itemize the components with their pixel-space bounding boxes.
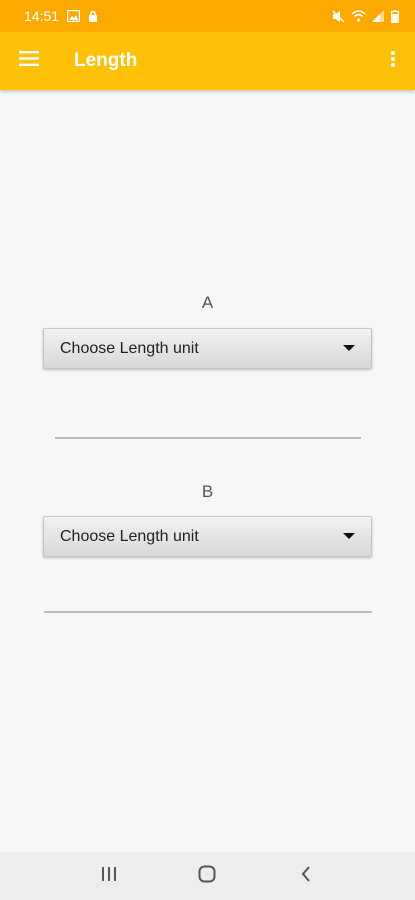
dropdown-arrow-icon bbox=[343, 533, 355, 539]
lock-icon bbox=[88, 10, 98, 22]
unit-select-b[interactable]: Choose Length unit bbox=[43, 516, 372, 557]
dropdown-arrow-icon bbox=[343, 345, 355, 351]
recent-apps-button[interactable] bbox=[89, 856, 129, 896]
home-icon bbox=[198, 865, 216, 888]
more-vert-icon bbox=[391, 50, 395, 72]
system-nav-bar bbox=[0, 852, 415, 900]
unit-select-a-value: Choose Length unit bbox=[60, 339, 199, 357]
field-b-label: B bbox=[201, 482, 214, 501]
field-a-label: A bbox=[201, 293, 214, 312]
wifi-icon bbox=[351, 10, 366, 22]
mute-icon bbox=[332, 10, 345, 23]
menu-button[interactable] bbox=[1, 32, 57, 90]
battery-icon bbox=[391, 9, 399, 23]
app-bar: Length bbox=[0, 32, 415, 90]
back-icon bbox=[301, 865, 311, 887]
status-time: 14:51 bbox=[24, 8, 60, 24]
status-bar: 14:51 bbox=[0, 0, 415, 32]
back-button[interactable] bbox=[286, 856, 326, 896]
page-title: Length bbox=[74, 50, 138, 71]
image-icon bbox=[67, 10, 81, 22]
home-button[interactable] bbox=[187, 856, 227, 896]
unit-select-b-value: Choose Length unit bbox=[60, 527, 199, 545]
signal-icon bbox=[372, 10, 385, 22]
overflow-menu-button[interactable] bbox=[371, 32, 415, 90]
value-input-b[interactable] bbox=[44, 611, 372, 613]
recent-apps-icon bbox=[101, 866, 117, 887]
unit-select-a[interactable]: Choose Length unit bbox=[43, 328, 372, 369]
hamburger-menu-icon bbox=[19, 51, 39, 71]
value-input-a[interactable] bbox=[55, 437, 361, 439]
